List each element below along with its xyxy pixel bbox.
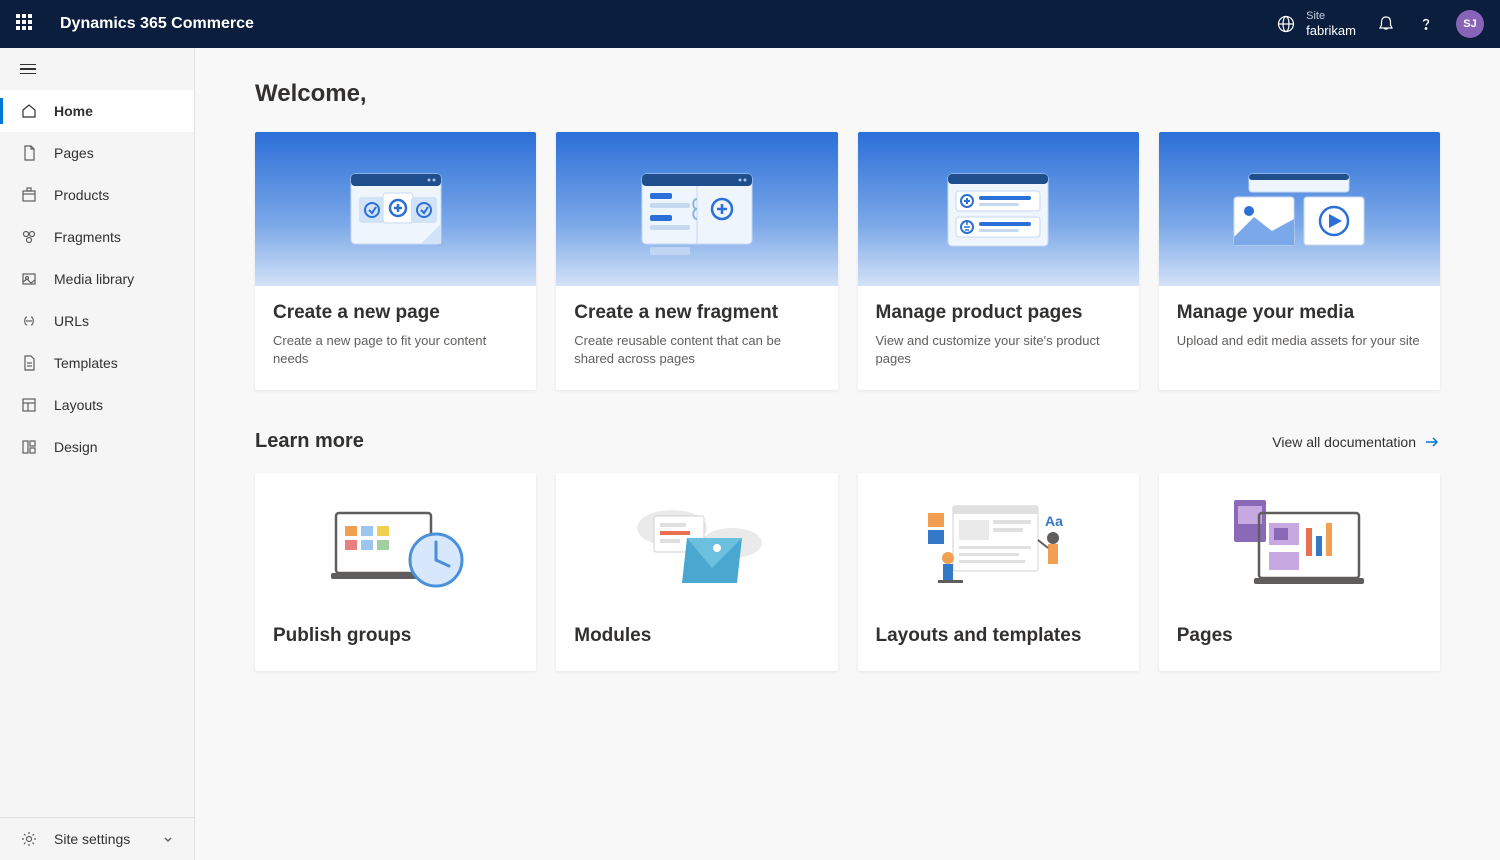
arrow-right-icon (1424, 434, 1440, 450)
app-launcher-icon[interactable] (16, 14, 36, 34)
card-desc: View and customize your site's product p… (876, 332, 1121, 368)
site-label: Site (1306, 10, 1356, 23)
sidebar-item-media-library[interactable]: Media library (0, 258, 194, 300)
sidebar-item-home[interactable]: Home (0, 90, 194, 132)
card-title: Manage your media (1177, 302, 1422, 324)
sidebar-item-label: Pages (54, 145, 94, 161)
learn-card-publish-groups[interactable]: Publish groups (255, 473, 536, 671)
learn-illustration (556, 473, 837, 613)
learn-card-pages[interactable]: Pages (1159, 473, 1440, 671)
learn-illustration (255, 473, 536, 613)
learn-title: Publish groups (273, 625, 518, 647)
learn-more-heading: Learn more (255, 430, 364, 453)
card-illustration (255, 132, 536, 286)
notification-icon[interactable] (1376, 14, 1396, 34)
user-avatar[interactable]: SJ (1456, 10, 1484, 38)
card-create-page[interactable]: Create a new page Create a new page to f… (255, 132, 536, 390)
site-settings[interactable]: Site settings (0, 818, 194, 860)
site-selector[interactable]: Site fabrikam (1276, 10, 1356, 39)
learn-card-modules[interactable]: Modules (556, 473, 837, 671)
sidebar-item-label: Products (54, 187, 109, 203)
page-icon (20, 144, 38, 162)
home-icon (20, 102, 38, 120)
app-title: Dynamics 365 Commerce (60, 15, 254, 33)
sidebar-item-label: Templates (54, 355, 118, 371)
card-title: Manage product pages (876, 302, 1121, 324)
card-create-fragment[interactable]: Create a new fragment Create reusable co… (556, 132, 837, 390)
chevron-down-icon (162, 833, 174, 845)
topbar: Dynamics 365 Commerce Site fabrikam (0, 0, 1500, 48)
sidebar-item-products[interactable]: Products (0, 174, 194, 216)
help-icon[interactable] (1416, 14, 1436, 34)
gear-icon (20, 830, 38, 848)
layout-icon (20, 396, 38, 414)
sidebar-item-label: Design (54, 439, 98, 455)
learn-title: Modules (574, 625, 819, 647)
learn-card-layouts-templates[interactable]: Aa Layouts and templates (858, 473, 1139, 671)
sidebar-item-label: Layouts (54, 397, 103, 413)
card-desc: Create reusable content that can be shar… (574, 332, 819, 368)
site-name: fabrikam (1306, 23, 1356, 39)
card-illustration (858, 132, 1139, 286)
sidebar-item-layouts[interactable]: Layouts (0, 384, 194, 426)
product-icon (20, 186, 38, 204)
card-title: Create a new page (273, 302, 518, 324)
link-icon (20, 312, 38, 330)
sidebar-item-label: Fragments (54, 229, 121, 245)
design-icon (20, 438, 38, 456)
sidebar-item-fragments[interactable]: Fragments (0, 216, 194, 258)
globe-icon (1276, 14, 1296, 34)
site-settings-label: Site settings (54, 831, 130, 847)
media-icon (20, 270, 38, 288)
view-all-documentation-link[interactable]: View all documentation (1272, 434, 1440, 450)
card-title: Create a new fragment (574, 302, 819, 324)
sidebar-item-templates[interactable]: Templates (0, 342, 194, 384)
learn-illustration (1159, 473, 1440, 613)
card-illustration (556, 132, 837, 286)
sidebar-item-label: Home (54, 103, 93, 119)
sidebar-item-label: Media library (54, 271, 134, 287)
sidebar-item-label: URLs (54, 313, 89, 329)
welcome-heading: Welcome, (255, 80, 1440, 108)
card-desc: Upload and edit media assets for your si… (1177, 332, 1422, 350)
sidebar: Home Pages Products Fragments Media libr… (0, 48, 195, 860)
action-cards-row: Create a new page Create a new page to f… (255, 132, 1440, 390)
card-desc: Create a new page to fit your content ne… (273, 332, 518, 368)
learn-cards-row: Publish groups Modul (255, 473, 1440, 671)
sidebar-item-design[interactable]: Design (0, 426, 194, 468)
sidebar-item-pages[interactable]: Pages (0, 132, 194, 174)
hamburger-toggle[interactable] (0, 48, 194, 90)
fragments-icon (20, 228, 38, 246)
card-manage-products[interactable]: Manage product pages View and customize … (858, 132, 1139, 390)
learn-illustration: Aa (858, 473, 1139, 613)
template-icon (20, 354, 38, 372)
hamburger-icon (20, 64, 36, 75)
card-illustration (1159, 132, 1440, 286)
learn-title: Pages (1177, 625, 1422, 647)
svg-text:Aa: Aa (1045, 513, 1063, 529)
learn-title: Layouts and templates (876, 625, 1121, 647)
card-manage-media[interactable]: Manage your media Upload and edit media … (1159, 132, 1440, 390)
main-content: Welcome, (195, 48, 1500, 860)
sidebar-item-urls[interactable]: URLs (0, 300, 194, 342)
